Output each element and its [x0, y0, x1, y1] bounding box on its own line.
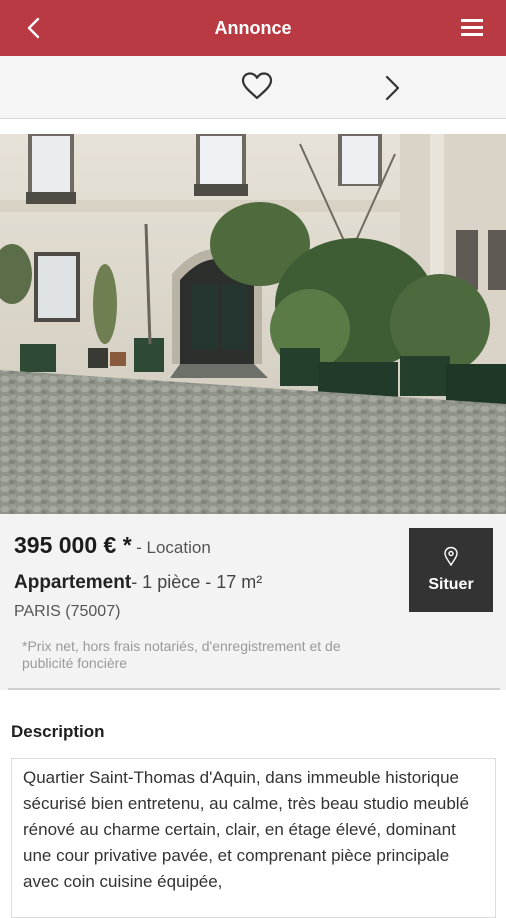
page-title: Annonce — [214, 17, 292, 38]
transaction-type: - Location — [136, 538, 211, 557]
property-type: Appartement — [14, 572, 132, 593]
locate-button-label: Situer — [428, 576, 474, 593]
price-disclaimer: *Prix net, hors frais notariés, d'enregi… — [22, 638, 341, 671]
app-bar: Annonce — [0, 0, 506, 56]
property-details: - 1 pièce - 17 m² — [131, 572, 263, 592]
map-pin-icon — [444, 546, 458, 566]
description-text: Quartier Saint-Thomas d'Aquin, dans imme… — [11, 758, 496, 918]
action-toolbar — [0, 56, 506, 119]
back-arrow-icon[interactable] — [20, 14, 48, 42]
price: 395 000 € * — [14, 532, 132, 558]
listing-info-panel: 395 000 € * - Location Appartement- 1 pi… — [0, 514, 506, 690]
hamburger-menu-icon[interactable] — [458, 14, 486, 42]
next-listing-chevron-icon[interactable] — [380, 73, 404, 103]
locate-button[interactable]: Situer — [409, 528, 493, 612]
city-location: PARIS (75007) — [14, 603, 121, 620]
description-heading: Description — [11, 722, 105, 741]
section-divider — [8, 688, 500, 690]
price-row: 395 000 € * - Location — [14, 532, 211, 559]
listing-photo[interactable] — [0, 134, 506, 514]
property-type-row: Appartement- 1 pièce - 17 m² — [14, 572, 262, 594]
favorite-heart-icon[interactable] — [240, 70, 274, 102]
